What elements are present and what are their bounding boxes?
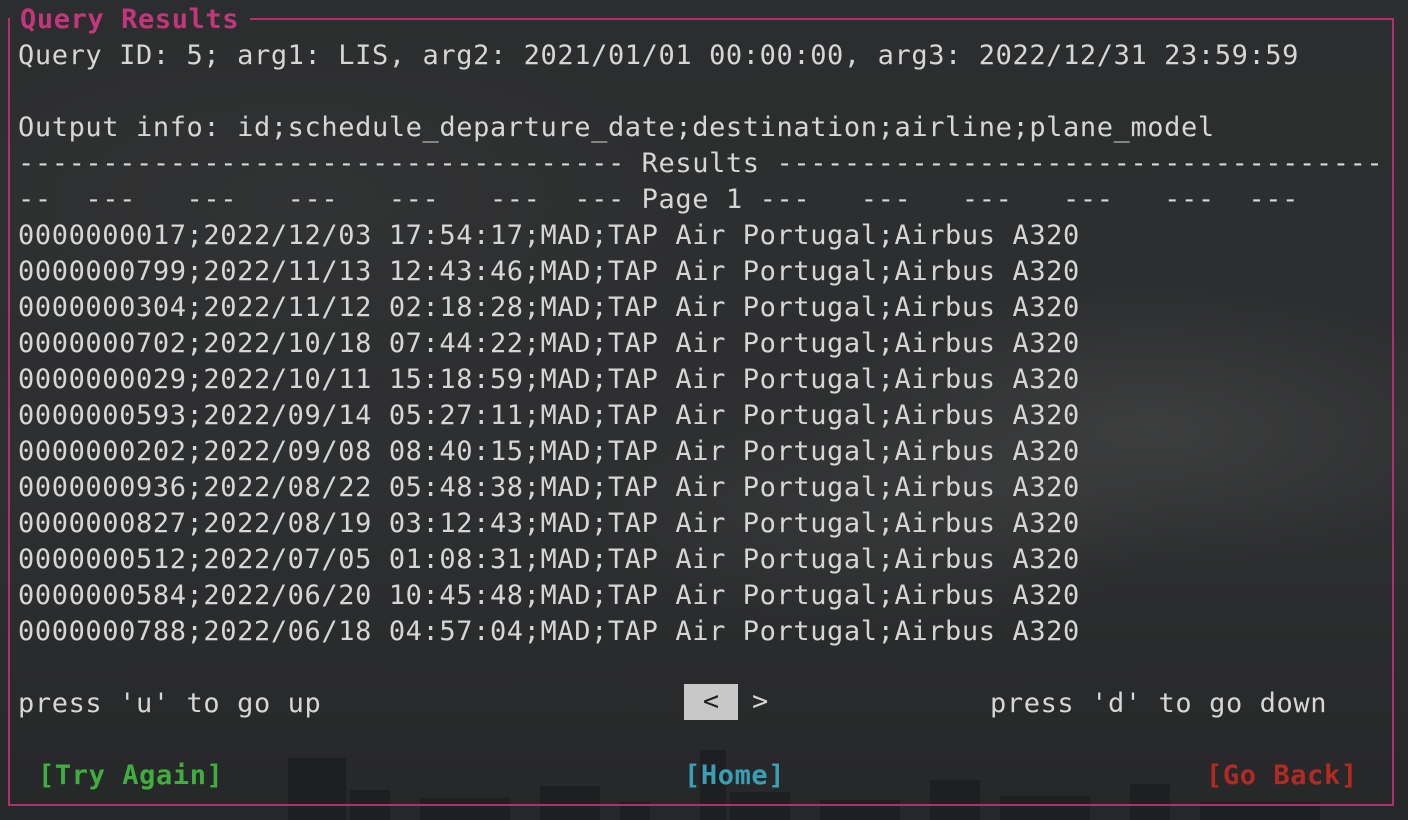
previous-page-button[interactable]: <: [684, 684, 738, 720]
scroll-up-hint: press 'u' to go up: [18, 688, 322, 719]
result-row: 0000000702;2022/10/18 07:44:22;MAD;TAP A…: [18, 328, 1080, 359]
result-row: 0000000584;2022/06/20 10:45:48;MAD;TAP A…: [18, 580, 1080, 611]
result-row: 0000000304;2022/11/12 02:18:28;MAD;TAP A…: [18, 292, 1080, 323]
result-row: 0000000017;2022/12/03 17:54:17;MAD;TAP A…: [18, 220, 1080, 251]
result-row: 0000000029;2022/10/11 15:18:59;MAD;TAP A…: [18, 364, 1080, 395]
page-indicator: -- --- --- --- --- --- --- Page 1 --- --…: [18, 184, 1300, 215]
result-row: 0000000202;2022/09/08 08:40:15;MAD;TAP A…: [18, 436, 1080, 467]
output-info: Output info: id;schedule_departure_date;…: [18, 112, 1215, 143]
result-row: 0000000936;2022/08/22 05:48:38;MAD;TAP A…: [18, 472, 1080, 503]
scroll-down-hint: press 'd' to go down: [990, 688, 1328, 719]
try-again-button[interactable]: [Try Again]: [38, 758, 223, 794]
result-row: 0000000799;2022/11/13 12:43:46;MAD;TAP A…: [18, 256, 1080, 287]
next-page-button[interactable]: >: [752, 684, 768, 720]
result-row: 0000000512;2022/07/05 01:08:31;MAD;TAP A…: [18, 544, 1080, 575]
query-info: Query ID: 5; arg1: LIS, arg2: 2021/01/01…: [18, 40, 1300, 71]
panel-title: Query Results: [20, 4, 240, 35]
home-button[interactable]: [Home]: [684, 758, 785, 794]
go-back-button[interactable]: [Go Back]: [1206, 758, 1358, 794]
result-row: 0000000788;2022/06/18 04:57:04;MAD;TAP A…: [18, 616, 1080, 647]
result-row: 0000000593;2022/09/14 05:27:11;MAD;TAP A…: [18, 400, 1080, 431]
result-row: 0000000827;2022/08/19 03:12:43;MAD;TAP A…: [18, 508, 1080, 539]
results-header: ------------------------------------ Res…: [18, 148, 1384, 179]
